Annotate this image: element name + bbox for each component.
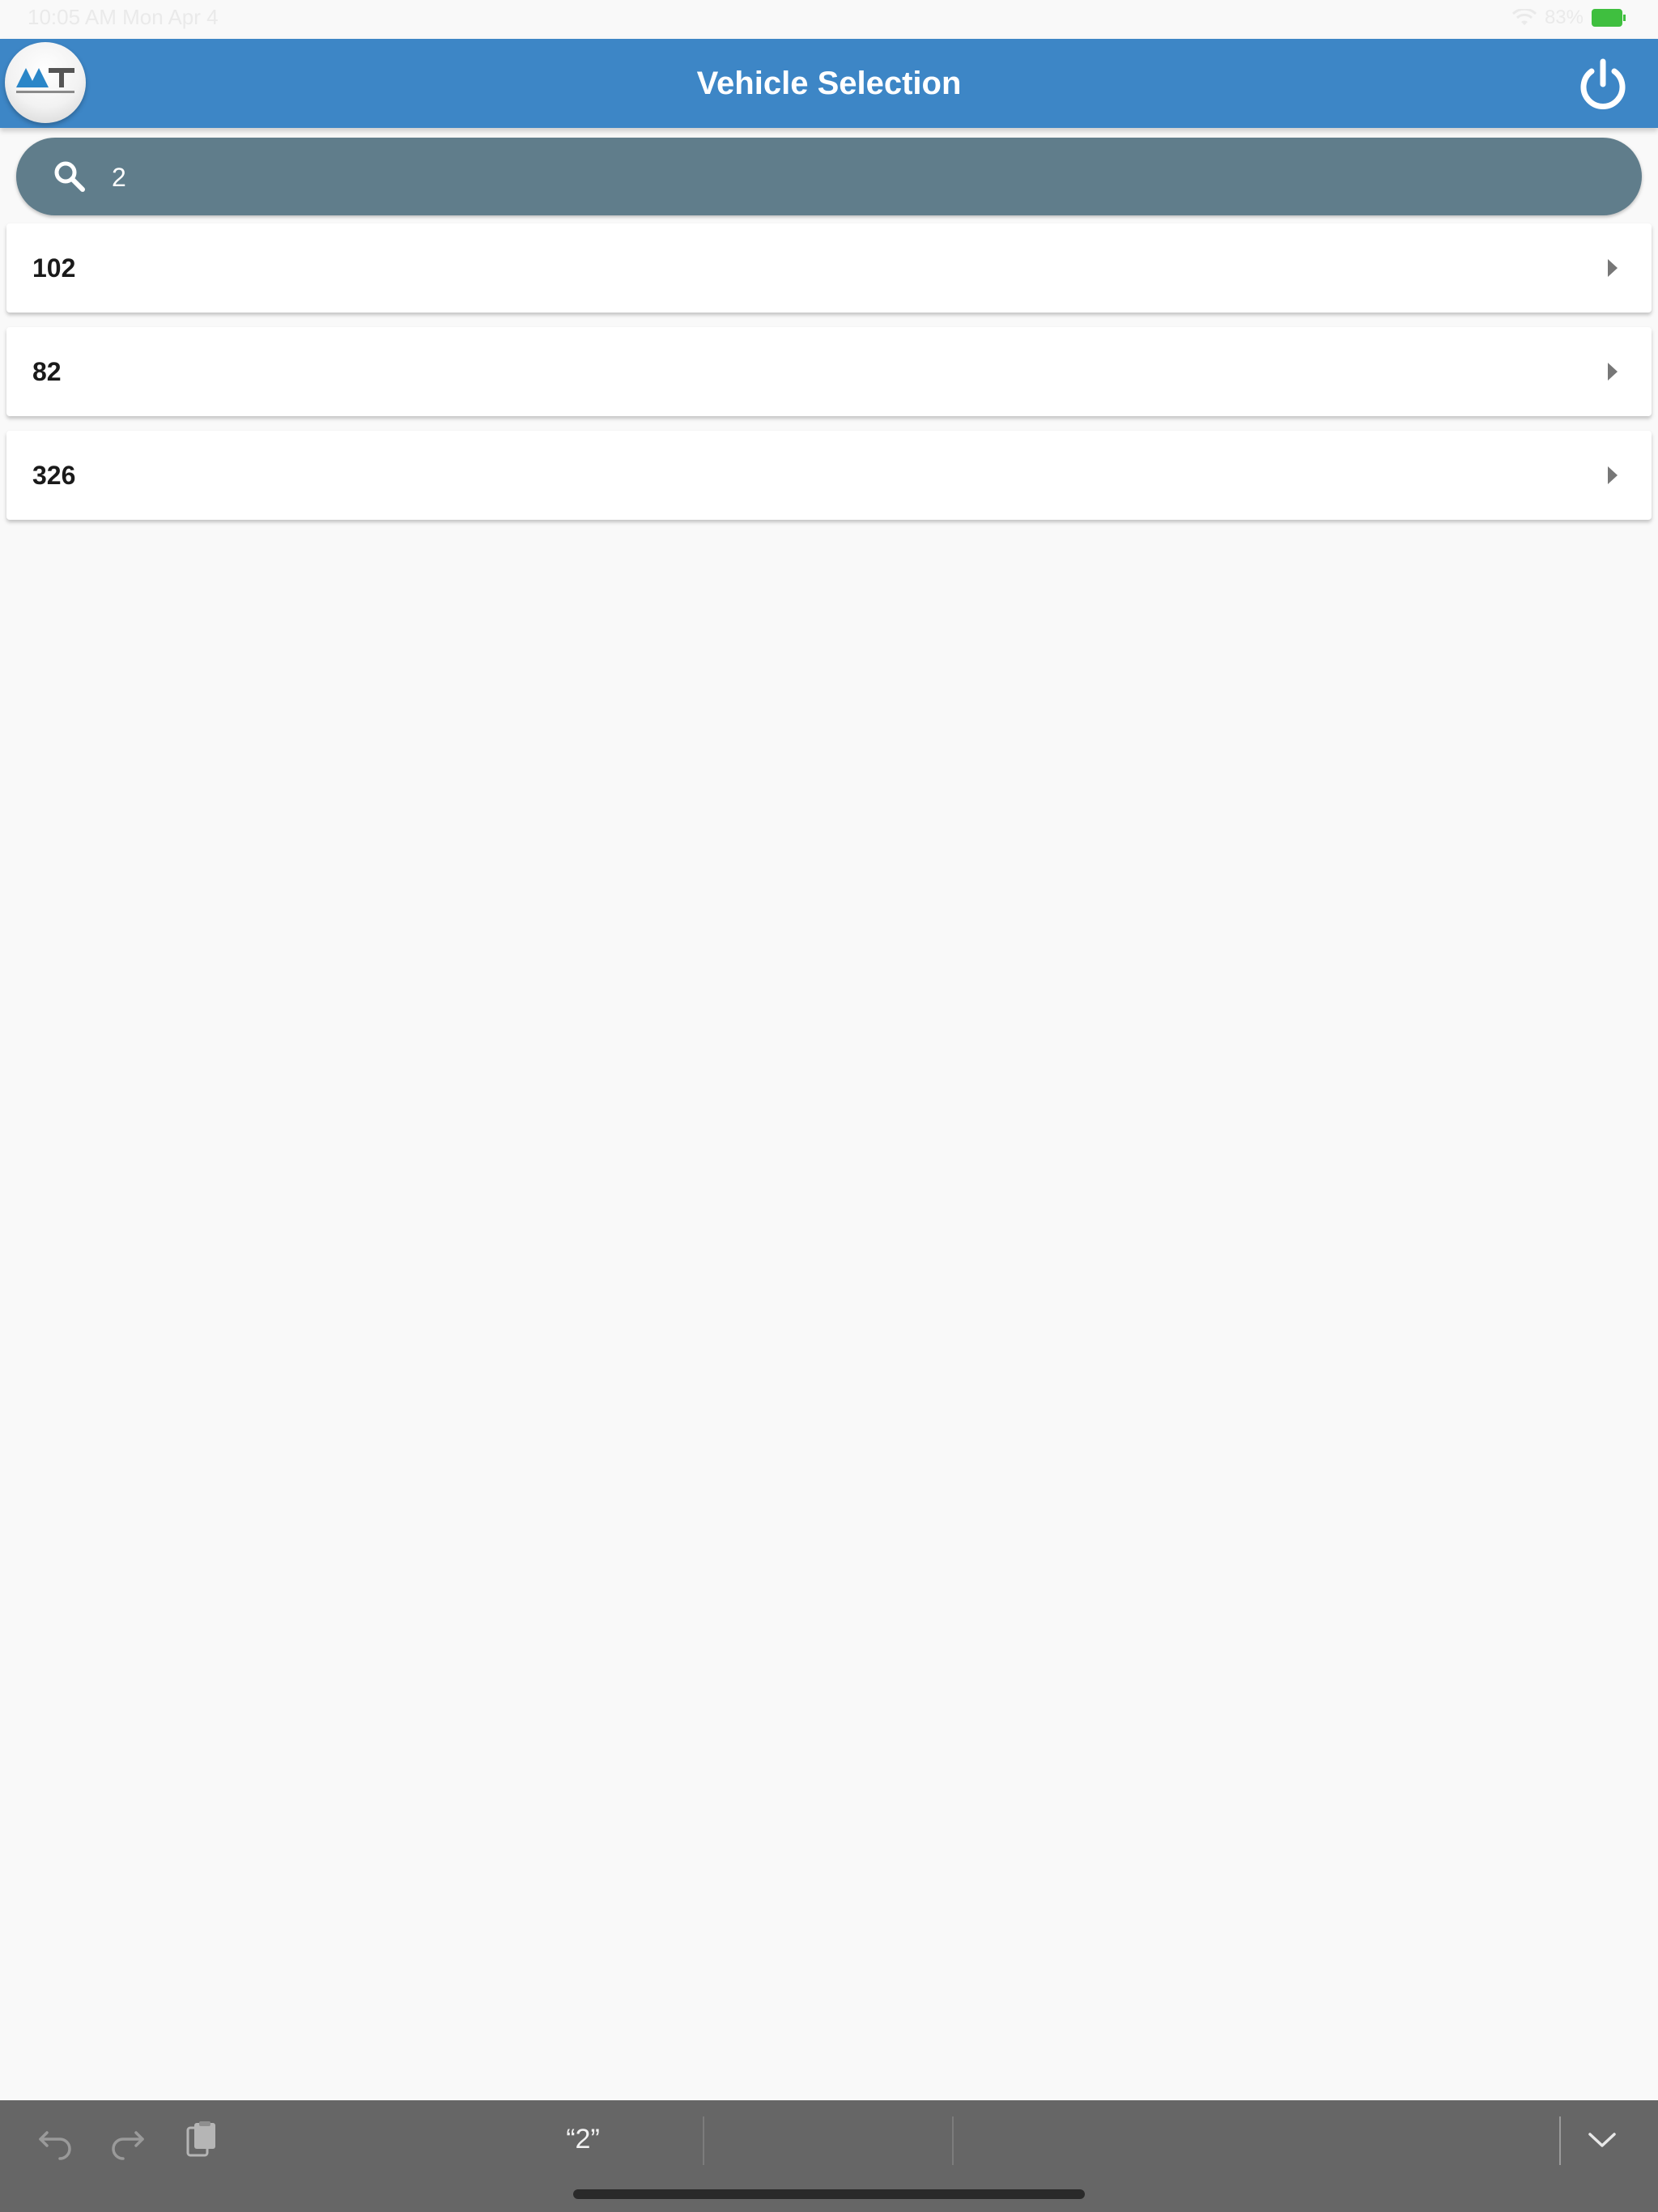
home-indicator	[573, 2189, 1085, 2199]
company-logo	[5, 42, 86, 123]
vehicle-list-item[interactable]: 82	[6, 327, 1652, 416]
suggestion-divider	[703, 2116, 704, 2165]
vehicle-list: 102 82 326	[6, 223, 1652, 534]
paste-icon[interactable]	[180, 2120, 220, 2160]
logo-mark	[16, 68, 74, 93]
redo-icon[interactable]	[107, 2120, 147, 2160]
page-title: Vehicle Selection	[696, 66, 962, 101]
autocomplete-suggestion[interactable]: “2”	[502, 2116, 664, 2162]
status-indicators: 83%	[1511, 6, 1626, 29]
status-time: 10:05 AM Mon Apr 4	[28, 5, 219, 29]
vehicle-list-item[interactable]: 102	[6, 223, 1652, 313]
wifi-icon	[1511, 9, 1537, 25]
battery-percent: 83%	[1544, 6, 1584, 28]
vehicle-list-item[interactable]: 326	[6, 431, 1652, 520]
search-icon	[54, 161, 85, 192]
search-bar[interactable]	[16, 138, 1642, 215]
search-input[interactable]	[110, 152, 1619, 202]
toolbar-divider	[1559, 2116, 1561, 2165]
battery-icon	[1592, 9, 1626, 27]
chevron-right-icon	[1608, 259, 1618, 277]
undo-icon[interactable]	[36, 2120, 76, 2160]
dismiss-keyboard-icon[interactable]	[1582, 2120, 1622, 2160]
suggestion-divider	[952, 2116, 954, 2165]
vehicle-number: 82	[32, 357, 62, 386]
status-bar: 10:05 AM Mon Apr 4 83%	[0, 0, 1658, 39]
chevron-right-icon	[1608, 466, 1618, 484]
vehicle-number: 326	[32, 461, 76, 490]
chevron-right-icon	[1608, 363, 1618, 381]
power-button[interactable]	[1574, 57, 1632, 115]
vehicle-number: 102	[32, 253, 76, 283]
